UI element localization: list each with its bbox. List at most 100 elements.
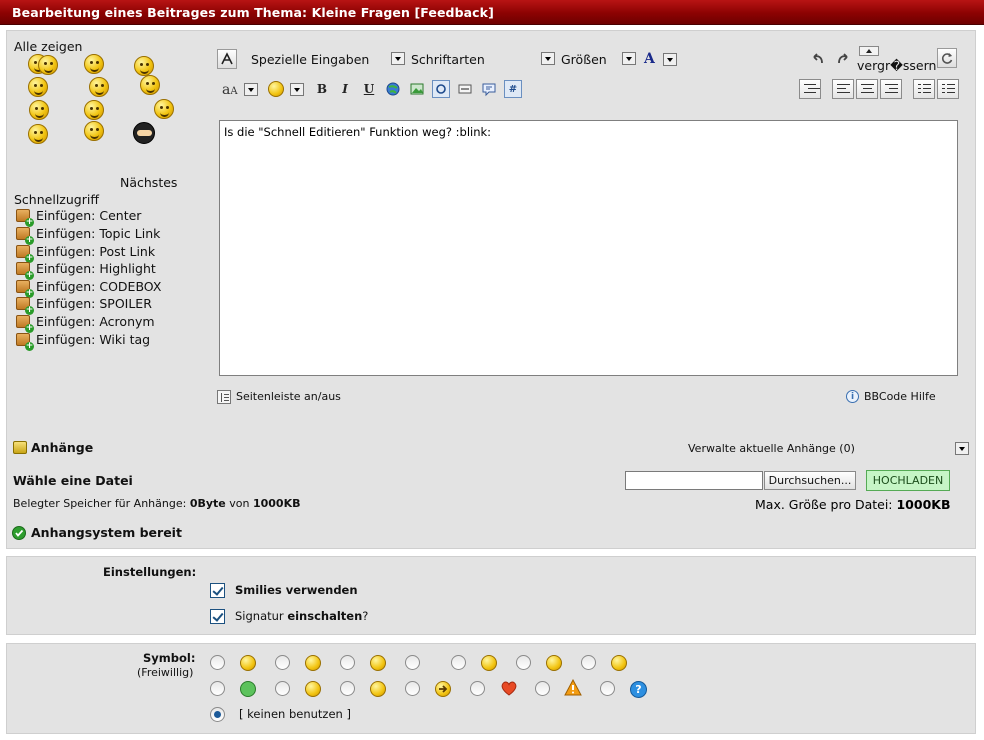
quickaccess-item-label: Einfügen: SPOILER — [36, 296, 152, 311]
attachment-folder-icon — [13, 441, 27, 454]
flash-icon[interactable] — [432, 80, 450, 98]
quickaccess-item-acronym[interactable]: Einfügen: Acronym — [16, 313, 155, 333]
browse-button[interactable]: Durchsuchen... — [764, 471, 856, 490]
thumbs-up-smiley-icon[interactable] — [84, 54, 104, 74]
quickaccess-item-label: Einfügen: Post Link — [36, 244, 156, 259]
text-size-dropdown[interactable] — [244, 83, 258, 96]
quickaccess-item-wiki-tag[interactable]: Einfügen: Wiki tag — [16, 331, 150, 351]
enlarge-arrow-icon[interactable] — [859, 46, 879, 56]
used-storage-value: 0Byte — [189, 497, 226, 510]
file-input[interactable] — [625, 471, 763, 490]
manage-attachments-select[interactable]: Verwalte aktuelle Anhänge (0) — [688, 442, 855, 455]
symbol-none-radio[interactable] — [210, 707, 225, 722]
unordered-list-icon[interactable] — [937, 79, 959, 99]
align-center-icon[interactable] — [856, 79, 878, 99]
package-icon — [16, 245, 34, 263]
symbol-radio[interactable] — [340, 681, 355, 696]
ordered-list-icon[interactable] — [913, 79, 935, 99]
symbol-radio[interactable] — [210, 655, 225, 670]
quickaccess-item-topic-link[interactable]: Einfügen: Topic Link — [16, 225, 160, 245]
package-icon — [16, 227, 34, 245]
font-color-dropdown[interactable] — [663, 53, 677, 66]
smiley-icon[interactable] — [29, 100, 49, 120]
symbol-radio[interactable] — [275, 681, 290, 696]
undo-icon[interactable] — [809, 50, 827, 68]
smilies-label: Smilies verwenden — [235, 583, 358, 597]
indent-icon[interactable] — [799, 79, 821, 99]
settings-label: Einstellungen: — [103, 565, 197, 579]
code-box-icon[interactable] — [456, 80, 474, 98]
symbol-radio[interactable] — [340, 655, 355, 670]
quickaccess-item-spoiler[interactable]: Einfügen: SPOILER — [16, 295, 152, 315]
sidebar-toggle-link[interactable]: Seitenleiste an/aus — [236, 390, 341, 403]
upload-button[interactable]: HOCHLADEN — [866, 470, 950, 491]
smiley-icon[interactable] — [38, 55, 58, 75]
align-right-icon[interactable] — [880, 79, 902, 99]
signature-checkbox[interactable] — [210, 609, 225, 624]
numbering-icon[interactable]: # — [504, 80, 522, 98]
sizes-label[interactable]: Größen — [561, 52, 607, 67]
package-icon — [16, 209, 34, 227]
warning-icon — [564, 678, 582, 699]
italic-icon[interactable]: I — [336, 80, 354, 98]
manage-attachments-dropdown[interactable] — [955, 442, 969, 455]
symbol-radio[interactable] — [600, 681, 615, 696]
smiley-icon[interactable] — [154, 99, 174, 119]
font-color-icon[interactable]: A — [644, 51, 655, 67]
redo-icon[interactable] — [834, 50, 852, 68]
special-input-label[interactable]: Spezielle Eingaben — [251, 52, 369, 67]
smiley-icon[interactable] — [84, 100, 104, 120]
refresh-icon[interactable] — [937, 48, 957, 68]
bbcode-help-link[interactable]: BBCode Hilfe — [864, 390, 936, 403]
symbol-radio[interactable] — [210, 681, 225, 696]
fonts-dropdown[interactable] — [541, 52, 555, 65]
smiley-icon[interactable] — [134, 56, 154, 76]
quickaccess-item-highlight[interactable]: Einfügen: Highlight — [16, 260, 156, 280]
used-storage-max: 1000KB — [252, 497, 301, 510]
quote-icon[interactable] — [480, 80, 498, 98]
smiley-icon[interactable] — [28, 77, 48, 97]
quickaccess-item-post-link[interactable]: Einfügen: Post Link — [16, 243, 156, 263]
smiley-icon[interactable] — [89, 77, 109, 97]
message-textarea[interactable]: Is die "Schnell Editieren" Funktion weg?… — [219, 120, 958, 376]
align-left-icon[interactable] — [832, 79, 854, 99]
checkmark-icon — [12, 526, 26, 540]
underline-icon[interactable]: U — [360, 80, 378, 98]
symbol-radio[interactable] — [405, 681, 420, 696]
title-bar: Bearbeitung eines Beitrages zum Thema: K… — [0, 0, 984, 25]
smiley-insert-dropdown[interactable] — [290, 83, 304, 96]
smiley-insert-icon[interactable] — [268, 81, 284, 97]
smiley-icon[interactable] — [28, 124, 48, 144]
max-size-prefix: Max. Größe pro Datei: — [755, 497, 897, 512]
surprised-icon — [481, 655, 497, 671]
image-icon[interactable] — [408, 80, 426, 98]
show-all-smilies-link[interactable]: Alle zeigen — [14, 39, 82, 54]
quickaccess-item-center[interactable]: Einfügen: Center — [16, 207, 141, 227]
symbol-radio[interactable] — [405, 655, 420, 670]
special-input-dropdown[interactable] — [391, 52, 405, 65]
symbol-radio[interactable] — [581, 655, 596, 670]
symbol-radio[interactable] — [470, 681, 485, 696]
quickaccess-item-codebox[interactable]: Einfügen: CODEBOX — [16, 278, 161, 298]
link-globe-icon[interactable] — [384, 80, 402, 98]
font-style-icon[interactable] — [217, 49, 237, 69]
next-smilies-link[interactable]: Nächstes — [120, 175, 177, 190]
bold-icon[interactable]: B — [313, 80, 331, 98]
symbol-radio[interactable] — [516, 655, 531, 670]
smiley-icon[interactable] — [84, 121, 104, 141]
quickaccess-item-label: Einfügen: Acronym — [36, 314, 155, 329]
text-size-icon[interactable]: aA — [222, 82, 238, 98]
symbol-radio[interactable] — [451, 655, 466, 670]
symbol-radio[interactable] — [535, 681, 550, 696]
sizes-dropdown[interactable] — [622, 52, 636, 65]
enlarge-label[interactable]: vergr�ssern — [857, 58, 936, 73]
ninja-smiley-icon[interactable] — [133, 122, 155, 144]
quickaccess-title: Schnellzugriff — [14, 192, 99, 207]
smiley-icon[interactable] — [140, 75, 160, 95]
smilies-checkbox[interactable] — [210, 583, 225, 598]
sidebar-toggle-icon[interactable] — [217, 390, 231, 404]
symbol-radio[interactable] — [275, 655, 290, 670]
fonts-label[interactable]: Schriftarten — [411, 52, 485, 67]
laugh-icon — [546, 655, 562, 671]
attachments-title: Anhänge — [31, 440, 94, 455]
